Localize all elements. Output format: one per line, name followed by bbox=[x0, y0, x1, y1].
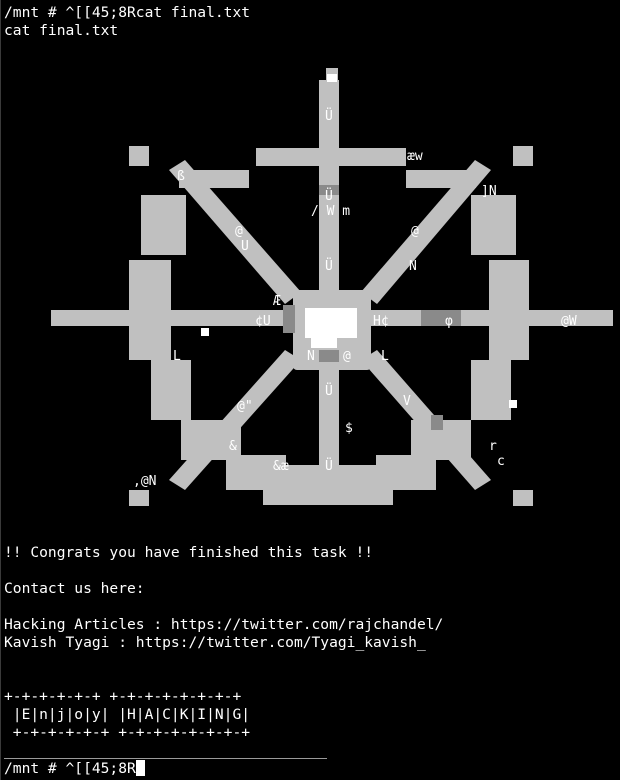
final-prompt-text: /mnt # ^[[45;8R bbox=[4, 760, 136, 777]
art-glyph-at2: @ bbox=[411, 224, 419, 239]
art-glyph-w2: @W bbox=[561, 314, 577, 329]
art-glyph-u2: Ü bbox=[325, 187, 333, 204]
art-glyph-l2: L bbox=[381, 349, 389, 364]
art-glyph-ae2: &æ bbox=[273, 459, 289, 474]
art-glyph-u1: Ü bbox=[325, 107, 333, 124]
banner-bottom-border: +-+-+-+-+-+ +-+-+-+-+-+-+-+ bbox=[4, 724, 251, 741]
art-glyph-at1: @ bbox=[235, 224, 243, 239]
art-glyph-l1: L bbox=[173, 349, 181, 364]
art-glyph-n: N bbox=[307, 349, 315, 364]
command-prompt-line: /mnt # ^[[45;8Rcat final.txt bbox=[4, 4, 251, 21]
ships-wheel-ascii-art: Ü Ü / W m Ü @ @ Æ ¢U H¢ φ @W L L N @ Ü $… bbox=[1, 60, 620, 515]
art-glyph-r: r bbox=[489, 439, 497, 454]
contact-heading: Contact us here: bbox=[4, 580, 145, 597]
banner-top-border: +-+-+-+-+-+ +-+-+-+-+-+-+-+ bbox=[4, 688, 242, 705]
art-glyph-aew: æw bbox=[407, 149, 423, 164]
art-glyph-h: H¢ bbox=[373, 314, 389, 329]
art-glyph-w: / W m bbox=[311, 204, 350, 219]
art-glyph-amp: & bbox=[229, 439, 237, 454]
art-glyph-n3: ]N bbox=[481, 184, 497, 199]
art-glyph-cent: ¢U bbox=[255, 314, 271, 329]
art-glyph-u5: Ü bbox=[325, 457, 333, 474]
art-glyph-n2: ,@N bbox=[133, 474, 156, 489]
terminal-window[interactable]: /mnt # ^[[45;8Rcat final.txt cat final.t… bbox=[0, 0, 620, 780]
art-glyph-u3: Ü bbox=[325, 257, 333, 274]
art-glyph-phi: φ bbox=[445, 314, 453, 329]
art-glyph-beta: ß bbox=[177, 169, 185, 184]
credit-line-hacking-articles: Hacking Articles : https://twitter.com/r… bbox=[4, 616, 444, 633]
command-echo-line: cat final.txt bbox=[4, 22, 119, 39]
divider-rule bbox=[4, 758, 327, 759]
art-glyph-at4: @" bbox=[237, 399, 253, 414]
final-prompt-line[interactable]: /mnt # ^[[45;8R bbox=[4, 760, 145, 778]
art-glyph-dollar: $ bbox=[345, 421, 353, 436]
art-glyph-n4: N bbox=[409, 259, 417, 274]
credit-line-kavish-tyagi: Kavish Tyagi : https://twitter.com/Tyagi… bbox=[4, 634, 426, 651]
art-glyph-c: c bbox=[497, 454, 505, 469]
art-glyph-v: V bbox=[403, 394, 411, 409]
congrats-message: !! Congrats you have finished this task … bbox=[4, 544, 374, 561]
text-cursor bbox=[135, 760, 145, 776]
art-glyph-u6: U bbox=[241, 239, 249, 254]
art-glyph-ae: Æ bbox=[273, 294, 281, 309]
banner-text: |E|n|j|o|y| |H|A|C|K|I|N|G| bbox=[4, 706, 251, 723]
art-glyph-u4: Ü bbox=[325, 382, 333, 399]
art-glyph-at3: @ bbox=[343, 349, 351, 364]
